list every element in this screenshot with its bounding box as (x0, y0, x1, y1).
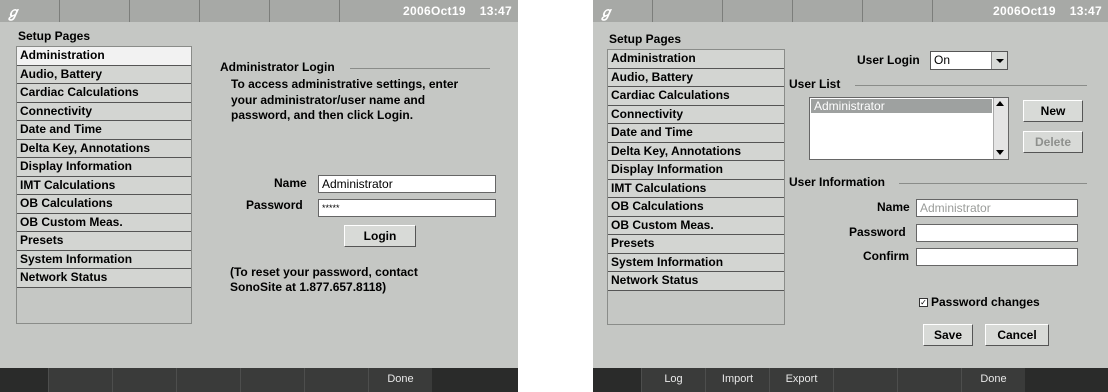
user-management-screen: ℊ 2006Oct19 13:47 Setup Pages Administra… (593, 0, 1108, 392)
menu-item-system-information[interactable]: System Information (17, 250, 191, 269)
reset-note-line-1: (To reset your password, contact (230, 265, 418, 279)
date-text: 2006Oct19 (403, 4, 466, 18)
password-changes-checkbox[interactable]: ✓ (919, 298, 928, 307)
softkey-bar: Log Import Export Done (593, 368, 1108, 392)
scroll-up-icon[interactable] (996, 101, 1004, 106)
user-login-label: User Login (857, 53, 920, 67)
menu-item-cardiac-calculations[interactable]: Cardiac Calculations (608, 87, 784, 106)
password-changes-label: Password changes (931, 295, 1040, 309)
menu-item-audio-battery[interactable]: Audio, Battery (608, 68, 784, 87)
setup-pages-menu: Administration Audio, Battery Cardiac Ca… (16, 46, 192, 324)
login-button[interactable]: Login (344, 225, 416, 247)
instructions-line-1: To access administrative settings, enter (231, 77, 459, 91)
sonosite-logo: ℊ (593, 0, 653, 22)
softkey-bar: Done (0, 368, 518, 392)
menu-item-audio-battery[interactable]: Audio, Battery (17, 65, 191, 84)
confirm-label: Confirm (863, 249, 909, 263)
heading-divider (350, 68, 490, 69)
password-field[interactable] (916, 224, 1078, 242)
reset-note-line-2: SonoSite at 1.877.657.8118) (230, 280, 387, 294)
softkey-1[interactable] (48, 368, 112, 392)
admin-login-screen: ℊ 2006Oct19 13:47 Setup Pages Administra… (0, 0, 518, 392)
menu-item-imt-calculations[interactable]: IMT Calculations (17, 176, 191, 195)
user-list-divider (855, 85, 1087, 86)
menu-item-display-information[interactable]: Display Information (17, 158, 191, 177)
menu-item-administration[interactable]: Administration (17, 47, 191, 66)
menu-item-ob-calculations[interactable]: OB Calculations (17, 195, 191, 214)
chevron-down-icon (991, 52, 1007, 69)
menu-item-date-time[interactable]: Date and Time (608, 124, 784, 143)
menu-item-connectivity[interactable]: Connectivity (17, 102, 191, 121)
done-softkey[interactable]: Done (961, 368, 1025, 392)
user-list-box[interactable]: Administrator (809, 97, 1009, 160)
new-user-button[interactable]: New (1023, 100, 1083, 122)
softkey-5[interactable] (897, 368, 961, 392)
name-label: Name (274, 176, 307, 190)
log-softkey[interactable]: Log (641, 368, 705, 392)
name-field[interactable]: Administrator (916, 199, 1078, 217)
user-list-item[interactable]: Administrator (811, 99, 992, 113)
password-label: Password (849, 225, 906, 239)
setup-pages-title: Setup Pages (18, 29, 91, 43)
setup-pages-title: Setup Pages (609, 32, 682, 46)
menu-item-system-information[interactable]: System Information (608, 253, 784, 272)
confirm-password-field[interactable] (916, 248, 1078, 266)
done-softkey[interactable]: Done (368, 368, 432, 392)
menu-item-cardiac-calculations[interactable]: Cardiac Calculations (17, 84, 191, 103)
date-text: 2006Oct19 (993, 4, 1056, 18)
menu-item-connectivity[interactable]: Connectivity (608, 105, 784, 124)
softkey-4[interactable] (833, 368, 897, 392)
top-status-bar: ℊ 2006Oct19 13:47 (593, 0, 1108, 22)
password-field[interactable]: ***** (318, 199, 496, 217)
softkey-3[interactable] (176, 368, 240, 392)
softkey-4[interactable] (240, 368, 304, 392)
softkey-5[interactable] (304, 368, 368, 392)
list-scrollbar[interactable] (993, 98, 1008, 159)
top-status-bar: ℊ 2006Oct19 13:47 (0, 0, 518, 22)
save-button[interactable]: Save (923, 324, 973, 346)
datetime-display: 2006Oct19 13:47 (340, 0, 518, 22)
menu-item-ob-calculations[interactable]: OB Calculations (608, 198, 784, 217)
user-information-label: User Information (789, 175, 886, 189)
password-label: Password (246, 198, 303, 212)
menu-item-administration[interactable]: Administration (608, 50, 784, 69)
import-softkey[interactable]: Import (705, 368, 769, 392)
admin-login-heading: Administrator Login (220, 60, 335, 74)
setup-pages-menu: Administration Audio, Battery Cardiac Ca… (607, 49, 785, 325)
delete-user-button[interactable]: Delete (1023, 131, 1083, 153)
instructions-line-2: your administrator/user name and (231, 93, 426, 107)
user-list-label: User List (789, 77, 841, 91)
menu-item-display-information[interactable]: Display Information (608, 161, 784, 180)
scroll-down-icon[interactable] (996, 150, 1004, 155)
time-text: 13:47 (479, 4, 512, 18)
time-text: 13:47 (1069, 4, 1102, 18)
menu-item-delta-key[interactable]: Delta Key, Annotations (17, 139, 191, 158)
menu-item-network-status[interactable]: Network Status (608, 272, 784, 291)
name-label: Name (877, 200, 910, 214)
user-login-value: On (934, 53, 951, 67)
softkey-2[interactable] (112, 368, 176, 392)
menu-item-delta-key[interactable]: Delta Key, Annotations (608, 142, 784, 161)
datetime-display: 2006Oct19 13:47 (933, 0, 1108, 22)
menu-item-ob-custom-meas[interactable]: OB Custom Meas. (608, 216, 784, 235)
sonosite-logo: ℊ (0, 0, 60, 22)
user-info-divider (899, 183, 1087, 184)
export-softkey[interactable]: Export (769, 368, 833, 392)
menu-item-ob-custom-meas[interactable]: OB Custom Meas. (17, 213, 191, 232)
menu-item-imt-calculations[interactable]: IMT Calculations (608, 179, 784, 198)
cancel-button[interactable]: Cancel (985, 324, 1049, 346)
name-field[interactable]: Administrator (318, 175, 496, 193)
instructions-line-3: password, and then click Login. (231, 108, 414, 122)
menu-item-presets[interactable]: Presets (17, 232, 191, 251)
menu-item-presets[interactable]: Presets (608, 235, 784, 254)
menu-item-network-status[interactable]: Network Status (17, 269, 191, 288)
user-login-select[interactable]: On (930, 51, 1008, 70)
menu-item-date-time[interactable]: Date and Time (17, 121, 191, 140)
